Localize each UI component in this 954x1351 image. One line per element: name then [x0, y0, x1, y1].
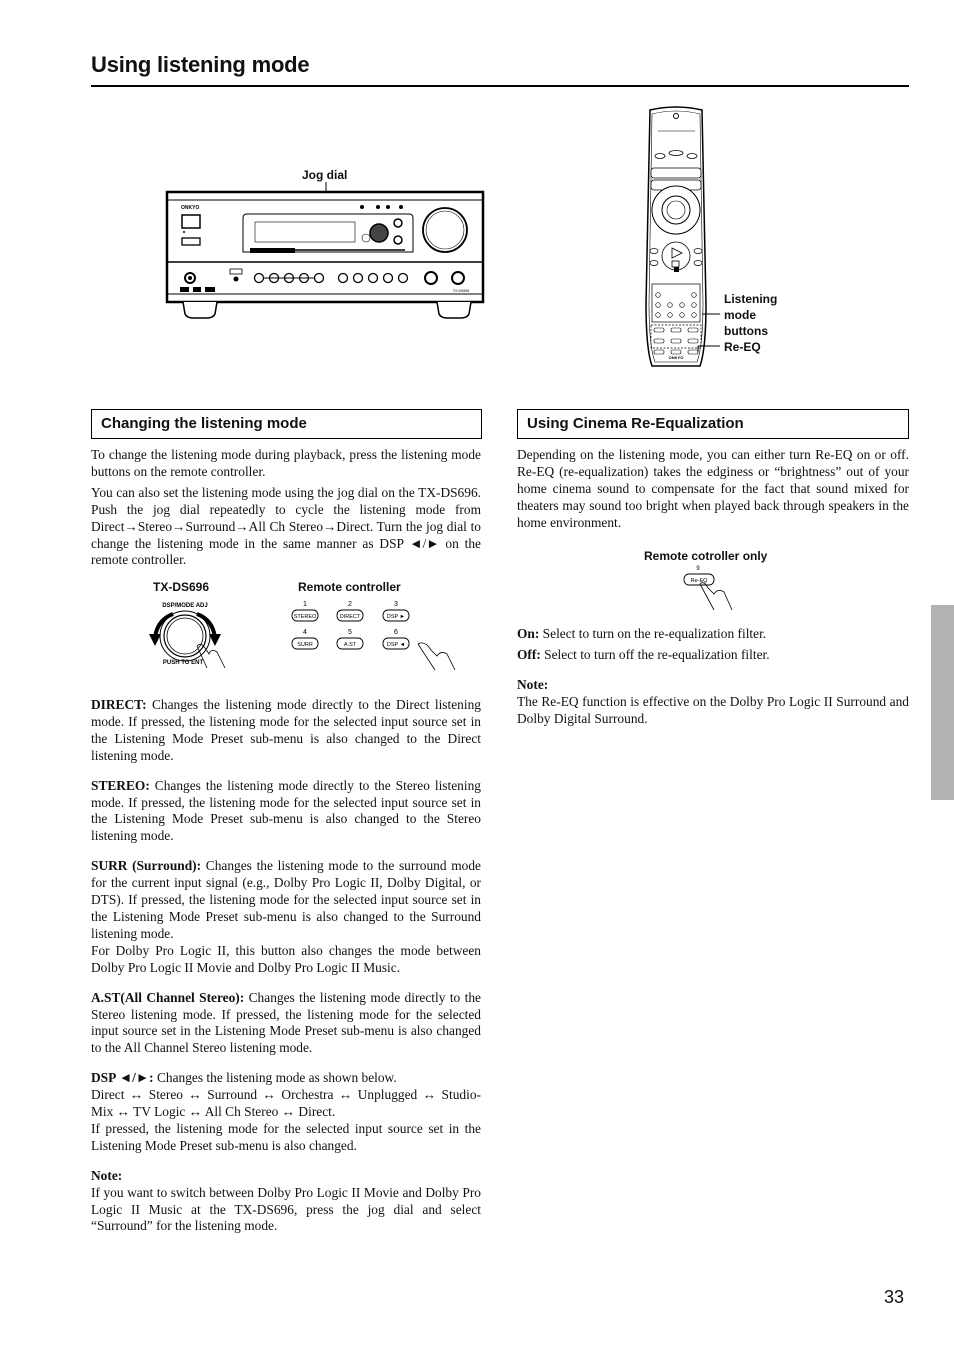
term-ast: A.ST(All Channel Stereo): [91, 989, 245, 1005]
listening-mode-callout-line2: mode [724, 308, 757, 322]
intro-paragraph-2: You can also set the listening mode usin… [91, 484, 481, 568]
tx-ds696-label: TX-DS696 [153, 580, 210, 594]
treble-knob [451, 271, 465, 285]
section-heading-cinema-re-eq: Using Cinema Re-Equalization [517, 409, 909, 439]
left-intro: To change the listening mode during play… [91, 447, 481, 582]
left-note-text: If you want to switch between Dolby Pro … [91, 1184, 481, 1234]
jog-dial-detail-illustration: DSP/MODE ADJ PUSH TO ENT [149, 603, 226, 669]
receiver-foot-left [182, 301, 218, 319]
stereo-description: STEREO: Changes the listening mode direc… [91, 777, 481, 844]
listening-mode-callout-line1: Listening [724, 292, 778, 306]
standby-button [181, 237, 201, 246]
hand-pointer-icon [417, 642, 456, 671]
dsp-description: DSP ◄/►: Changes the listening mode as s… [91, 1070, 481, 1153]
off-option: Off: Select to turn off the re-equalizat… [517, 646, 770, 662]
remote-brand-logo: ONKYO [669, 355, 684, 360]
term-dsp: DSP ◄/►: [91, 1070, 154, 1086]
chapter-side-tab [931, 605, 954, 800]
dsp-mode-sequence: Direct ↔ Stereo ↔ Surround ↔ Orchestra ↔… [91, 1087, 481, 1120]
mode-button-number: 4 [303, 629, 307, 636]
mode-button-surr-4: 4 SURR [291, 629, 319, 650]
mode-button-stereo-1: 1 STEREO [291, 601, 319, 622]
direct-description: DIRECT: Changes the listening mode direc… [91, 697, 481, 763]
mode-button-number: 1 [303, 601, 307, 608]
receiver-brand-logo: ONKYO [181, 205, 199, 211]
right-body: On: Select to turn on the re-equalizatio… [517, 626, 909, 741]
re-eq-button-number: 9 [696, 566, 700, 572]
re-eq-callout: Re-EQ [724, 340, 761, 354]
mode-button-dsp-6: 6 DSP ◄ [382, 629, 410, 650]
mode-button-label: DIRECT [340, 614, 361, 620]
jog-dial-callout: Jog dial [302, 168, 348, 182]
right-note-text: The Re-EQ function is effective on the D… [517, 693, 909, 726]
page-title: Using listening mode [91, 52, 310, 77]
mode-button-dsp-3: 3 DSP ► [382, 601, 410, 622]
re-eq-intro: Depending on the listening mode, you can… [517, 447, 909, 530]
term-off: Off: [517, 646, 541, 662]
remote-mode-buttons-illustration: 1 STEREO 2 DIRECT 3 DSP ► 4 SURR 5 A.ST 6 DSP ◄ [291, 601, 456, 671]
surr-extra: For Dolby Pro Logic II, this button also… [91, 942, 481, 975]
right-note-label: Note: [517, 676, 549, 692]
re-eq-button [687, 349, 699, 355]
remote-illustration: ONKYO [645, 106, 720, 367]
mode-button-number: 2 [348, 601, 352, 608]
mode-button-label: STEREO [294, 614, 317, 620]
left-note-label: Note: [91, 1167, 123, 1183]
term-on: On: [517, 626, 540, 641]
ast-description: A.ST(All Channel Stereo): Changes the li… [91, 989, 481, 1056]
master-volume-knob [422, 207, 468, 253]
mode-button-label: SURR [297, 642, 313, 648]
left-body: DIRECT: Changes the listening mode direc… [91, 697, 481, 1248]
right-intro: Depending on the listening mode, you can… [517, 447, 909, 545]
right-note: Note: The Re-EQ function is effective on … [517, 677, 909, 728]
mode-button-ast-5: 5 A.ST [336, 629, 364, 650]
receiver-foot-right [436, 301, 472, 319]
mode-button-label: DSP ◄ [387, 642, 405, 648]
receiver-model-label: TX-DS696 [453, 289, 469, 293]
power-button [181, 214, 201, 229]
hand-pointer-icon [699, 582, 733, 611]
re-eq-button-label: Re-EQ [691, 578, 709, 584]
dsp-extra: If pressed, the listening mode for the s… [91, 1120, 481, 1153]
term-stereo: STEREO: [91, 777, 150, 793]
push-to-enter-label: PUSH TO ENT [163, 660, 204, 666]
dsp-mode-adj-label: DSP/MODE ADJ [162, 603, 207, 609]
mode-button-number: 6 [394, 629, 398, 636]
title-divider [91, 85, 909, 87]
mode-button-label: DSP ► [387, 614, 405, 620]
bass-knob [424, 271, 438, 285]
intro-paragraph-1: To change the listening mode during play… [91, 447, 481, 479]
on-option: On: Select to turn on the re-equalizatio… [517, 626, 767, 641]
left-note: Note: If you want to switch between Dolby… [91, 1168, 481, 1236]
term-direct: DIRECT: [91, 697, 147, 712]
re-eq-button-illustration: 9 Re-EQ [683, 566, 733, 611]
remote-controller-label: Remote controller [298, 580, 401, 594]
mode-button-number: 5 [348, 629, 352, 636]
mode-button-label: A.ST [344, 642, 357, 648]
mode-button-direct-2: 2 DIRECT [336, 601, 364, 622]
section-heading-changing-listening-mode: Changing the listening mode [91, 409, 482, 439]
mode-button-number: 3 [394, 601, 398, 608]
jog-dial [369, 223, 389, 243]
page-number: 33 [884, 1287, 905, 1307]
term-surr: SURR (Surround): [91, 858, 202, 874]
receiver-illustration: ONKYO TX-DS696 [165, 182, 485, 319]
listening-mode-callout-line3: buttons [724, 324, 768, 338]
surr-description: SURR (Surround): Changes the listening m… [91, 858, 481, 975]
